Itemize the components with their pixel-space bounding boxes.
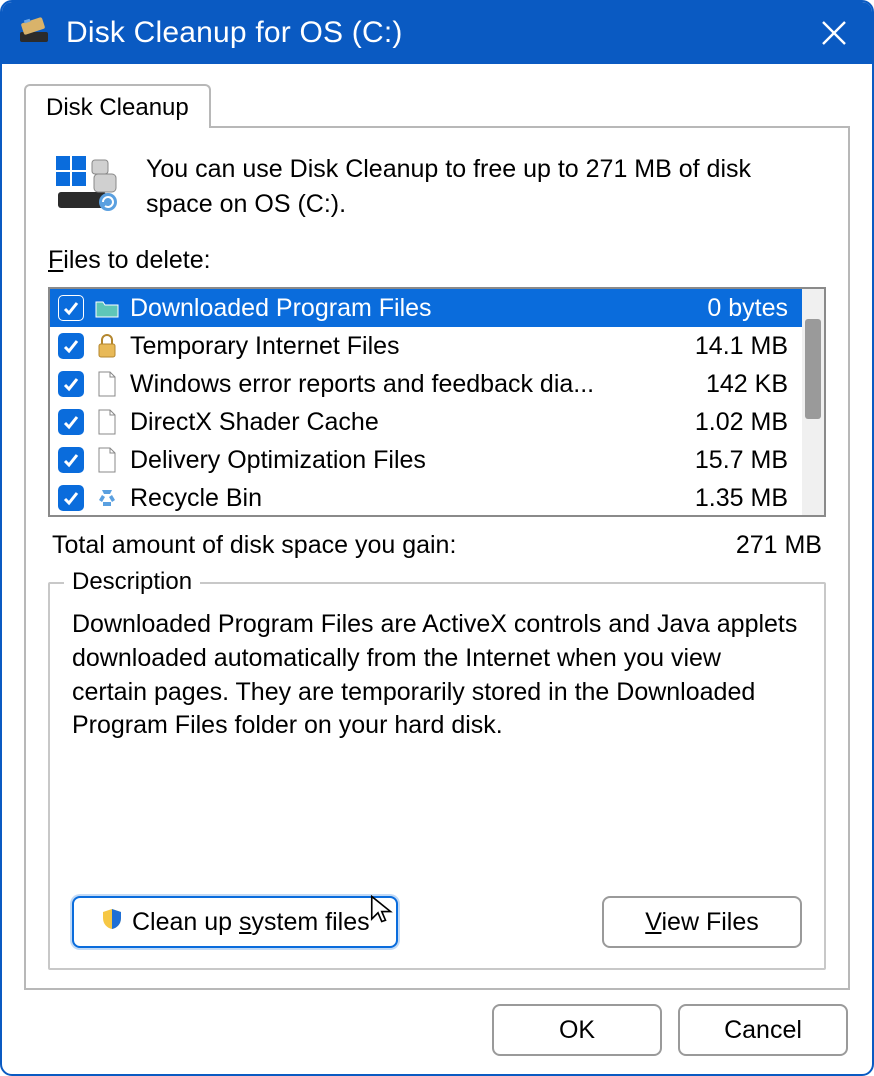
recycle-icon	[94, 483, 120, 513]
item-name: Windows error reports and feedback dia..…	[130, 370, 658, 399]
dialog-button-row: OK Cancel	[24, 990, 850, 1056]
item-name: Recycle Bin	[130, 484, 658, 513]
total-row: Total amount of disk space you gain: 271…	[48, 529, 826, 562]
clean-up-system-files-label: Clean up system files	[132, 908, 370, 937]
close-button[interactable]	[804, 2, 864, 64]
window-title: Disk Cleanup for OS (C:)	[66, 16, 804, 50]
checkbox[interactable]	[58, 371, 84, 397]
checkbox[interactable]	[58, 295, 84, 321]
checkbox[interactable]	[58, 447, 84, 473]
mouse-cursor-icon	[368, 894, 398, 924]
list-item[interactable]: Recycle Bin 1.35 MB	[50, 479, 802, 515]
item-size: 1.02 MB	[668, 408, 788, 437]
item-size: 14.1 MB	[668, 332, 788, 361]
disk-cleanup-window: Disk Cleanup for OS (C:) Disk Cleanup	[0, 0, 874, 1076]
item-name: Downloaded Program Files	[130, 294, 658, 323]
scrollbar[interactable]	[802, 289, 824, 515]
description-text: Downloaded Program Files are ActiveX con…	[72, 608, 802, 743]
list-item[interactable]: Downloaded Program Files 0 bytes	[50, 289, 802, 327]
clean-up-system-files-button[interactable]: Clean up system files	[72, 896, 398, 948]
tab-strip: Disk Cleanup	[24, 78, 850, 128]
tab-body: You can use Disk Cleanup to free up to 2…	[24, 128, 850, 990]
disk-cleanup-app-icon	[18, 14, 52, 53]
lock-icon	[94, 331, 120, 361]
scroll-thumb[interactable]	[805, 319, 821, 419]
checkbox[interactable]	[58, 485, 84, 511]
tab-disk-cleanup[interactable]: Disk Cleanup	[24, 84, 211, 128]
item-name: Temporary Internet Files	[130, 332, 658, 361]
item-size: 142 KB	[668, 370, 788, 399]
files-to-delete-label: Files to delete:	[48, 246, 826, 275]
list-item[interactable]: DirectX Shader Cache 1.02 MB	[50, 403, 802, 441]
item-size: 15.7 MB	[668, 446, 788, 475]
cancel-button[interactable]: Cancel	[678, 1004, 848, 1056]
folder-icon	[94, 293, 120, 323]
description-group: Description Downloaded Program Files are…	[48, 582, 826, 970]
view-files-button[interactable]: View Files	[602, 896, 802, 948]
description-legend: Description	[64, 568, 200, 596]
disk-cleanup-large-icon	[52, 152, 124, 217]
total-label: Total amount of disk space you gain:	[52, 531, 456, 560]
file-icon	[94, 445, 120, 475]
item-size: 0 bytes	[668, 294, 788, 323]
total-value: 271 MB	[736, 531, 822, 560]
checkbox[interactable]	[58, 409, 84, 435]
client-area: Disk Cleanup You	[2, 64, 872, 1074]
ok-button[interactable]: OK	[492, 1004, 662, 1056]
list-item[interactable]: Windows error reports and feedback dia..…	[50, 365, 802, 403]
file-icon	[94, 369, 120, 399]
item-name: Delivery Optimization Files	[130, 446, 658, 475]
summary-text: You can use Disk Cleanup to free up to 2…	[146, 152, 822, 222]
files-list[interactable]: Downloaded Program Files 0 bytes Temporary…	[48, 287, 826, 517]
item-size: 1.35 MB	[668, 484, 788, 513]
titlebar: Disk Cleanup for OS (C:)	[2, 2, 872, 64]
shield-icon	[100, 907, 124, 938]
list-item[interactable]: Temporary Internet Files 14.1 MB	[50, 327, 802, 365]
checkbox[interactable]	[58, 333, 84, 359]
item-name: DirectX Shader Cache	[130, 408, 658, 437]
view-files-label: View Files	[645, 908, 758, 937]
list-item[interactable]: Delivery Optimization Files 15.7 MB	[50, 441, 802, 479]
file-icon	[94, 407, 120, 437]
summary-block: You can use Disk Cleanup to free up to 2…	[48, 144, 826, 228]
